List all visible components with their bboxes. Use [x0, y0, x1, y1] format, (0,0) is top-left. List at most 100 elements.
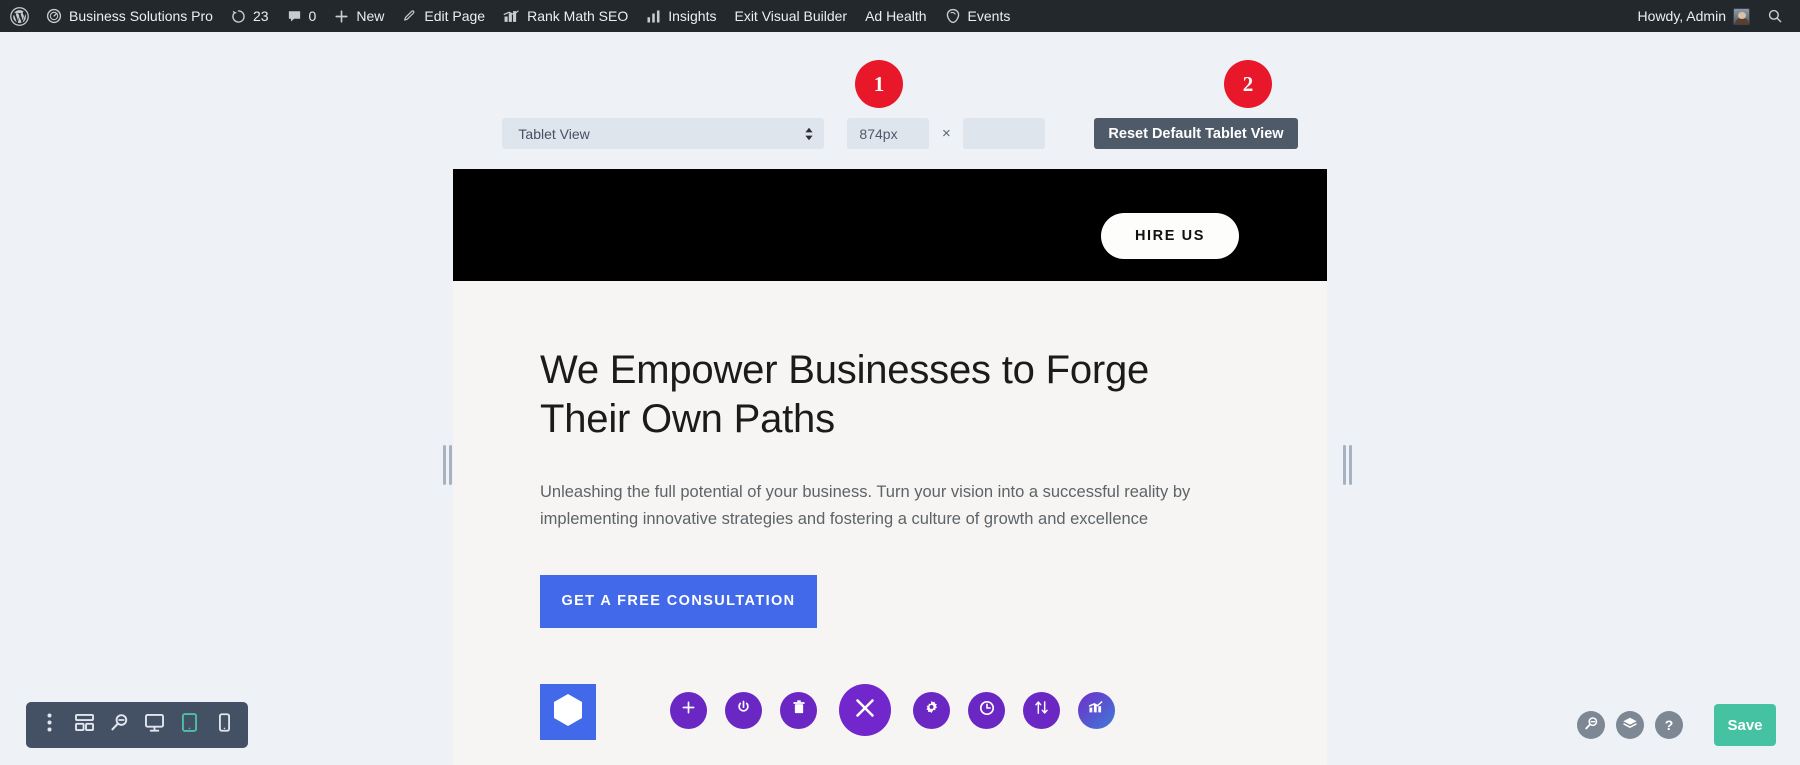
phone-view-button[interactable]	[207, 702, 242, 748]
adminbar-item-edit-page[interactable]: Edit Page	[393, 0, 494, 32]
adminbar-exit-vb-label: Exit Visual Builder	[734, 8, 848, 24]
trash-icon	[792, 700, 806, 720]
zoom-out-icon	[1584, 716, 1599, 734]
adminbar-ad-health-label: Ad Health	[865, 8, 927, 24]
adminbar-insights-label: Insights	[668, 8, 717, 24]
adminbar-item-search[interactable]	[1758, 0, 1792, 32]
adminbar-item-rank-math[interactable]: Rank Math SEO	[494, 0, 637, 32]
module-stats-button[interactable]	[1078, 691, 1115, 729]
step-marker-1: 1	[855, 60, 903, 108]
stats-icon	[1088, 700, 1105, 720]
adminbar-events-label: Events	[967, 8, 1011, 24]
builder-bottom-right-controls: ? Save	[1577, 702, 1776, 748]
adminbar-comments-count: 0	[308, 8, 317, 24]
module-history-button[interactable]	[968, 691, 1005, 729]
wp-admin-bar: Business Solutions Pro 23 0 New Edit Pag	[0, 0, 1800, 32]
module-action-toolbar	[670, 684, 1133, 736]
grip-bar	[442, 445, 446, 485]
layers-icon	[1622, 716, 1638, 734]
events-icon	[945, 8, 961, 24]
grip-bar	[1342, 445, 1346, 485]
adminbar-item-site-name[interactable]: Business Solutions Pro	[37, 0, 222, 32]
module-settings-button[interactable]	[913, 691, 950, 729]
desktop-view-button[interactable]	[137, 702, 172, 748]
page-preview-canvas: HIRE US We Empower Businesses to Forge T…	[453, 169, 1327, 765]
adminbar-updates-count: 23	[252, 8, 269, 24]
grip-bar	[1348, 445, 1352, 485]
step-marker-2: 2	[1224, 60, 1272, 108]
adminbar-right-group: Howdy, Admin	[1628, 0, 1800, 32]
canvas-resize-handle-right[interactable]	[1340, 437, 1354, 493]
viewport-times-symbol: ×	[942, 125, 951, 142]
close-icon	[854, 697, 876, 724]
site-header-bar: HIRE US	[453, 169, 1327, 281]
move-module-button[interactable]	[1023, 691, 1060, 729]
update-icon	[231, 9, 246, 24]
get-free-consultation-button[interactable]: GET A FREE CONSULTATION	[540, 574, 817, 628]
divi-module-icon	[551, 692, 585, 733]
plus-icon	[682, 701, 695, 719]
page-title: We Empower Businesses to Forge Their Own…	[540, 348, 1150, 442]
hero-section: We Empower Businesses to Forge Their Own…	[453, 281, 1327, 628]
phone-icon	[219, 713, 230, 737]
zoom-out-icon	[110, 713, 129, 737]
divi-module-badge[interactable]	[540, 684, 596, 740]
divi-bottom-toolbar	[26, 702, 248, 748]
adminbar-item-exit-visual-builder[interactable]: Exit Visual Builder	[725, 0, 856, 32]
tablet-view-button[interactable]	[172, 702, 207, 748]
adminbar-new-label: New	[356, 8, 385, 24]
add-module-button[interactable]	[670, 691, 707, 729]
adminbar-site-name-label: Business Solutions Pro	[69, 8, 213, 24]
save-button[interactable]: Save	[1714, 704, 1776, 746]
grip-bar	[448, 445, 452, 485]
clock-icon	[979, 700, 995, 721]
search-icon	[1767, 8, 1783, 24]
layers-view-button[interactable]	[1616, 711, 1644, 739]
wireframe-icon	[75, 714, 94, 736]
hero-paragraph: Unleashing the full potential of your bu…	[540, 483, 1191, 529]
chevron-updown-icon	[804, 127, 814, 141]
adminbar-item-insights[interactable]: Insights	[637, 0, 725, 32]
adminbar-howdy-label: Howdy, Admin	[1637, 8, 1726, 24]
adminbar-item-updates[interactable]: 23	[222, 0, 278, 32]
vertical-dots-icon	[47, 713, 52, 737]
viewport-toolbar: Tablet View 874px × Reset Default Tablet…	[0, 118, 1800, 149]
disable-module-button[interactable]	[725, 691, 762, 729]
adminbar-rank-math-label: Rank Math SEO	[527, 8, 629, 24]
zoom-toggle-button[interactable]	[1577, 711, 1605, 739]
adminbar-item-wp-logo[interactable]	[0, 0, 37, 32]
avatar	[1733, 7, 1750, 25]
zoom-view-button[interactable]	[102, 702, 137, 748]
comment-bubble-icon	[287, 9, 302, 24]
rankmath-icon	[503, 9, 520, 24]
reset-default-tablet-view-button[interactable]: Reset Default Tablet View	[1094, 118, 1298, 149]
help-icon: ?	[1664, 717, 1674, 733]
adminbar-edit-page-label: Edit Page	[424, 8, 486, 24]
adminbar-item-my-account[interactable]: Howdy, Admin	[1628, 0, 1758, 32]
canvas-resize-handle-left[interactable]	[440, 437, 454, 493]
view-mode-value: Tablet View	[518, 125, 590, 142]
viewport-width-input[interactable]: 874px	[847, 118, 930, 149]
speedometer-icon	[46, 8, 62, 24]
viewport-height-input[interactable]	[963, 118, 1046, 149]
visual-builder-screen: Business Solutions Pro 23 0 New Edit Pag	[0, 0, 1800, 765]
hire-us-button[interactable]: HIRE US	[1101, 213, 1239, 259]
close-module-button[interactable]	[839, 684, 891, 736]
adminbar-item-events[interactable]: Events	[936, 0, 1020, 32]
plus-icon	[334, 9, 349, 24]
gear-icon	[924, 700, 939, 720]
help-button[interactable]: ?	[1655, 711, 1683, 739]
desktop-icon	[145, 713, 164, 737]
view-mode-select[interactable]: Tablet View	[502, 118, 825, 149]
wordpress-logo-icon	[10, 6, 29, 26]
more-options-button[interactable]	[32, 702, 67, 748]
pencil-icon	[402, 9, 417, 24]
adminbar-item-comments[interactable]: 0	[278, 0, 326, 32]
adminbar-item-ad-health[interactable]: Ad Health	[856, 0, 935, 32]
adminbar-item-new[interactable]: New	[325, 0, 393, 32]
power-icon	[736, 700, 751, 720]
tablet-icon	[182, 713, 197, 737]
delete-module-button[interactable]	[780, 691, 817, 729]
updown-arrows-icon	[1034, 700, 1049, 720]
wireframe-view-button[interactable]	[67, 702, 102, 748]
